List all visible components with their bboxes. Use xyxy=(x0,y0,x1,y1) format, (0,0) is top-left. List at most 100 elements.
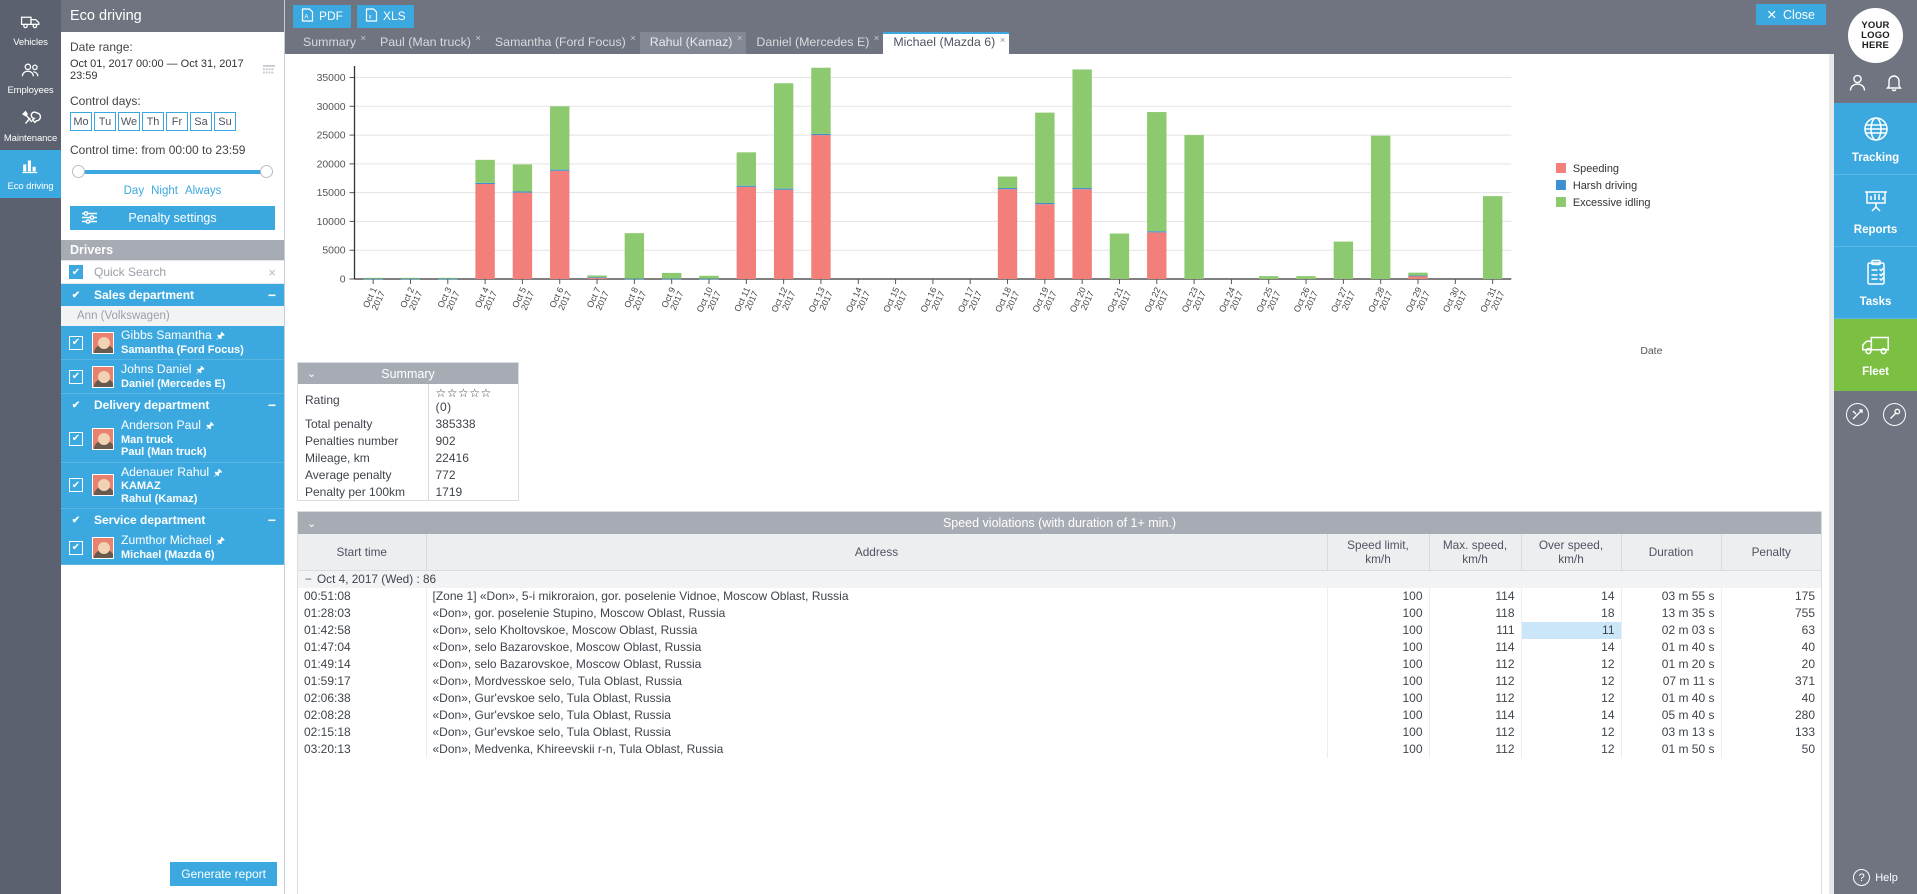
calendar-icon[interactable] xyxy=(262,64,275,77)
department-checkbox[interactable]: ✔ xyxy=(69,513,83,527)
svg-text:25000: 25000 xyxy=(317,131,346,142)
driver-names: Anderson Paul 🖈 Man truck Paul (Man truck… xyxy=(121,419,214,459)
sidebar-item-eco-driving[interactable]: Eco driving xyxy=(0,150,61,198)
search-input[interactable]: Quick Search xyxy=(94,265,166,279)
table-row[interactable]: 02:06:38 «Don», Gur'evskoe selo, Tula Obl… xyxy=(298,689,1821,707)
slider-handle-start[interactable] xyxy=(72,165,85,178)
day-button-mo[interactable]: Mo xyxy=(70,112,92,131)
svg-text:35000: 35000 xyxy=(317,73,346,84)
driver-checkbox[interactable]: ✔ xyxy=(69,335,83,350)
tab-paul-man-truck[interactable]: Paul (Man truck) × xyxy=(370,32,485,54)
help-button[interactable]: ? Help xyxy=(1853,869,1898,886)
driver-row-zumthor-michael[interactable]: ✔ Zumthor Michael 🖈 Michael (Mazda 6) xyxy=(61,531,284,565)
user-icon[interactable] xyxy=(1848,73,1867,95)
department-sales[interactable]: ✔ Sales department − xyxy=(61,284,284,306)
driver-row-anderson-paul[interactable]: ✔ Anderson Paul 🖈 Man truck Paul (Man tru… xyxy=(61,416,284,463)
preset-always[interactable]: Always xyxy=(185,185,221,197)
cell-speed-limit: 100 xyxy=(1326,706,1429,724)
control-time-slider[interactable] xyxy=(72,163,273,181)
day-button-fr[interactable]: Fr xyxy=(166,112,188,131)
collapse-icon[interactable]: − xyxy=(268,398,276,412)
tab-close-icon[interactable]: × xyxy=(475,33,481,44)
chevron-down-icon[interactable]: ⌄ xyxy=(307,367,316,380)
day-button-sa[interactable]: Sa xyxy=(190,112,212,131)
table-row[interactable]: 03:20:13 «Don», Medvenka, Khireevskii r-n… xyxy=(298,740,1821,758)
tab-close-icon[interactable]: × xyxy=(360,33,366,44)
collapse-icon[interactable]: − xyxy=(268,513,276,527)
preset-night[interactable]: Night xyxy=(151,185,178,197)
table-row[interactable]: 01:28:03 «Don», gor. poselenie Stupino, M… xyxy=(298,604,1821,622)
tab-close-icon[interactable]: × xyxy=(1000,35,1006,46)
nav-item-reports[interactable]: Reports xyxy=(1834,175,1917,247)
violations-header[interactable]: ⌄ Speed violations (with duration of 1+ … xyxy=(298,512,1821,534)
pdf-file-icon: A xyxy=(301,7,314,25)
group-row[interactable]: − Oct 4, 2017 (Wed) : 86 xyxy=(298,570,1821,588)
bell-icon[interactable] xyxy=(1885,73,1903,95)
tab-close-icon[interactable]: × xyxy=(874,33,880,44)
table-row[interactable]: 02:15:18 «Don», Gur'evskoe selo, Tula Obl… xyxy=(298,723,1821,741)
driver-checkbox[interactable]: ✔ xyxy=(69,431,83,446)
clear-search-icon[interactable]: × xyxy=(268,265,276,280)
nav-item-tasks[interactable]: Tasks xyxy=(1834,247,1917,319)
col-max-speed[interactable]: Max. speed, km/h xyxy=(1428,534,1521,571)
sidebar-item-maintenance[interactable]: Maintenance xyxy=(0,102,61,150)
settings-wrench-icon[interactable] xyxy=(1882,403,1906,426)
summary-key: Average penalty xyxy=(305,467,392,482)
table-row[interactable]: 01:42:58 «Don», selo Kholtovskoe, Moscow … xyxy=(298,621,1821,639)
close-button[interactable]: ✕ Close xyxy=(1755,4,1826,25)
col-start-time[interactable]: Start time xyxy=(298,534,426,571)
driver-checkbox[interactable]: ✔ xyxy=(69,369,83,384)
table-row[interactable]: 01:47:04 «Don», selo Bazarovskoe, Moscow … xyxy=(298,638,1821,656)
date-range-field[interactable]: Oct 01, 2017 00:00 — Oct 31, 2017 23:59 xyxy=(70,58,275,82)
day-button-we[interactable]: We xyxy=(118,112,140,131)
apps-icon[interactable] xyxy=(1845,403,1869,426)
col-address[interactable]: Address xyxy=(425,534,1327,571)
day-button-tu[interactable]: Tu xyxy=(94,112,116,131)
cell-over-speed: 14 xyxy=(1520,587,1621,605)
slider-handle-end[interactable] xyxy=(260,165,273,178)
quick-search-row[interactable]: ✔ Quick Search × xyxy=(61,261,284,284)
generate-report-button[interactable]: Generate report xyxy=(170,862,277,886)
day-button-th[interactable]: Th xyxy=(142,112,164,131)
tab-close-icon[interactable]: × xyxy=(737,33,743,44)
driver-checkbox[interactable]: ✔ xyxy=(69,478,83,493)
quick-search-checkbox[interactable]: ✔ xyxy=(69,265,83,279)
col-penalty[interactable]: Penalty xyxy=(1720,534,1821,571)
driver-checkbox[interactable]: ✔ xyxy=(69,540,83,555)
driver-row-gibbs-samantha[interactable]: ✔ Gibbs Samantha 🖈 Samantha (Ford Focus) xyxy=(61,326,284,360)
tab-summary[interactable]: Summary × xyxy=(293,32,370,54)
department-service[interactable]: ✔ Service department − xyxy=(61,509,284,531)
chevron-down-icon[interactable]: ⌄ xyxy=(307,517,316,530)
export-pdf-button[interactable]: A PDF xyxy=(293,4,351,28)
tab-rahul-kamaz[interactable]: Rahul (Kamaz) × xyxy=(639,32,747,54)
preset-day[interactable]: Day xyxy=(124,185,144,197)
col-speed-limit[interactable]: Speed limit, km/h xyxy=(1326,534,1429,571)
tab-samantha-ford-focus[interactable]: Samantha (Ford Focus) × xyxy=(485,32,640,54)
table-row: Average penalty 772 xyxy=(298,466,518,483)
penalty-settings-button[interactable]: Penalty settings xyxy=(70,206,275,230)
nav-item-fleet[interactable]: Fleet xyxy=(1834,319,1917,391)
col-duration[interactable]: Duration xyxy=(1620,534,1721,571)
cell-start-time: 01:47:04 xyxy=(304,640,351,654)
nav-item-tracking[interactable]: Tracking xyxy=(1834,103,1917,175)
tab-michael-mazda-6[interactable]: Michael (Mazda 6) × xyxy=(883,32,1010,54)
department-delivery[interactable]: ✔ Delivery department − xyxy=(61,394,284,416)
department-checkbox[interactable]: ✔ xyxy=(69,288,83,302)
sidebar-item-employees[interactable]: Employees xyxy=(0,54,61,102)
driver-row-johns-daniel[interactable]: ✔ Johns Daniel 🖈 Daniel (Mercedes E) xyxy=(61,360,284,394)
tab-daniel-mercedes-e[interactable]: Daniel (Mercedes E) × xyxy=(746,32,883,54)
table-row[interactable]: 01:59:17 «Don», Mordvesskoe selo, Tula Ob… xyxy=(298,672,1821,690)
tab-close-icon[interactable]: × xyxy=(630,33,636,44)
collapse-icon[interactable]: − xyxy=(304,572,313,586)
department-checkbox[interactable]: ✔ xyxy=(69,398,83,412)
summary-header[interactable]: ⌄ Summary xyxy=(298,363,518,384)
collapse-icon[interactable]: − xyxy=(268,288,276,302)
driver-row-adenauer-rahul[interactable]: ✔ Adenauer Rahul 🖈 KAMAZ Rahul (Kamaz) xyxy=(61,462,284,509)
table-row[interactable]: 00:51:08 [Zone 1] «Don», 5-i mikroraion, … xyxy=(298,587,1821,605)
day-button-su[interactable]: Su xyxy=(214,112,236,131)
table-row[interactable]: 01:49:14 «Don», selo Bazarovskoe, Moscow … xyxy=(298,655,1821,673)
table-row[interactable]: 02:08:28 «Don», Gur'evskoe selo, Tula Obl… xyxy=(298,706,1821,724)
col-over-speed[interactable]: Over speed, km/h xyxy=(1520,534,1621,571)
sidebar-item-vehicles[interactable]: Vehicles xyxy=(0,6,61,54)
export-xls-button[interactable]: x XLS xyxy=(357,4,414,28)
